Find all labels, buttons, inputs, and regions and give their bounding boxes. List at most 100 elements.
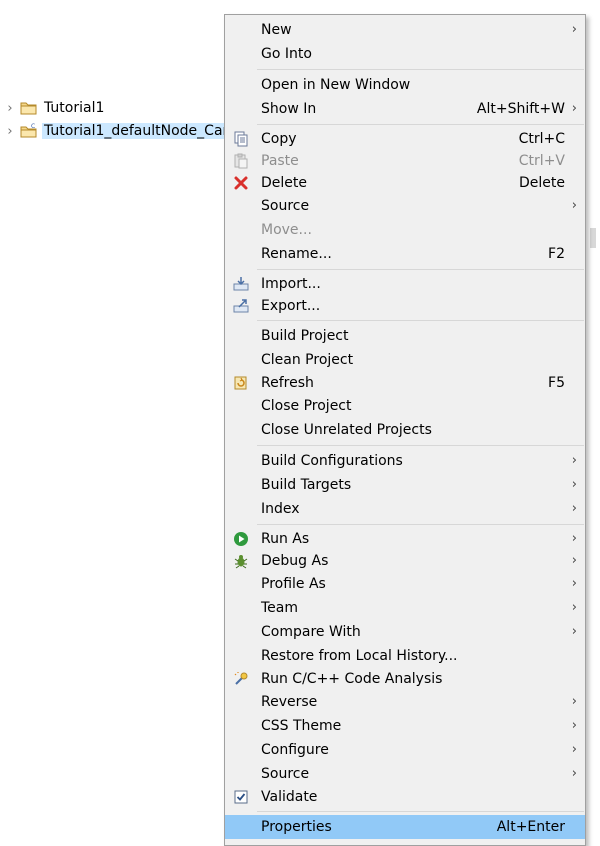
menu-item-paste[interactable]: Paste Ctrl+V <box>225 150 585 172</box>
submenu-arrow-icon: › <box>571 600 577 615</box>
menu-item-label: Profile As <box>261 576 326 592</box>
run-icon <box>233 531 249 547</box>
menu-item-build-configurations[interactable]: Build Configurations › <box>225 450 585 472</box>
menu-item-run-as[interactable]: Run As › <box>225 528 585 550</box>
menu-item-export[interactable]: Export... <box>225 295 585 317</box>
scrollbar-fragment <box>590 228 596 248</box>
shortcut-label: F5 <box>548 375 565 391</box>
copy-icon <box>233 131 249 147</box>
menu-item-move[interactable]: Move... <box>225 219 585 241</box>
refresh-icon <box>233 375 249 391</box>
menu-item-copy[interactable]: Copy Ctrl+C <box>225 128 585 150</box>
menu-item-label: Import... <box>261 276 321 292</box>
menu-separator <box>257 524 584 525</box>
code-analysis-icon <box>233 671 249 687</box>
submenu-arrow-icon: › <box>571 766 577 781</box>
submenu-arrow-icon: › <box>571 101 577 116</box>
submenu-arrow-icon: › <box>571 624 577 639</box>
menu-item-label: Refresh <box>261 375 314 391</box>
tree-item-tutorial1-defaultnode-car[interactable]: › C Tutorial1_defaultNode_Car <box>0 120 231 142</box>
menu-item-label: Rename... <box>261 246 332 262</box>
menu-item-debug-as[interactable]: Debug As › <box>225 550 585 572</box>
menu-item-label: Export... <box>261 298 321 314</box>
menu-item-configure[interactable]: Configure › <box>225 739 585 761</box>
menu-item-label: Debug As <box>261 553 329 569</box>
submenu-arrow-icon: › <box>571 453 577 468</box>
debug-bug-icon <box>233 553 249 569</box>
menu-item-label: Restore from Local History... <box>261 648 458 664</box>
menu-item-label: Build Project <box>261 328 349 344</box>
menu-item-build-targets[interactable]: Build Targets › <box>225 474 585 496</box>
menu-item-label: Open in New Window <box>261 77 411 93</box>
export-icon <box>233 298 249 314</box>
submenu-arrow-icon: › <box>571 742 577 757</box>
menu-item-index[interactable]: Index › <box>225 498 585 520</box>
menu-separator <box>257 269 584 270</box>
shortcut-label: Ctrl+C <box>518 131 565 147</box>
menu-item-label: Copy <box>261 131 297 147</box>
menu-item-run-code-analysis[interactable]: Run C/C++ Code Analysis <box>225 668 585 690</box>
menu-item-open-in-new-window[interactable]: Open in New Window <box>225 74 585 96</box>
menu-item-close-unrelated-projects[interactable]: Close Unrelated Projects <box>225 419 585 441</box>
menu-item-new[interactable]: New › <box>225 19 585 41</box>
context-menu: New › Go Into Open in New Window Show In… <box>224 14 586 846</box>
import-icon <box>233 276 249 292</box>
submenu-arrow-icon: › <box>571 576 577 591</box>
menu-item-label: Run As <box>261 531 310 547</box>
paste-icon <box>233 153 249 169</box>
tree-item-label: Tutorial1 <box>44 100 105 116</box>
menu-item-reverse[interactable]: Reverse › <box>225 691 585 713</box>
shortcut-label: Ctrl+V <box>518 153 565 169</box>
menu-separator <box>257 69 584 70</box>
menu-item-compare-with[interactable]: Compare With › <box>225 621 585 643</box>
menu-item-refresh[interactable]: Refresh F5 <box>225 372 585 394</box>
submenu-arrow-icon: › <box>571 477 577 492</box>
menu-separator <box>257 445 584 446</box>
menu-item-label: Paste <box>261 153 299 169</box>
menu-item-label: Compare With <box>261 624 361 640</box>
menu-item-label: Source <box>261 198 310 214</box>
menu-item-team[interactable]: Team › <box>225 597 585 619</box>
menu-item-label: Clean Project <box>261 352 354 368</box>
chevron-right-icon[interactable]: › <box>0 124 20 139</box>
menu-separator <box>257 124 584 125</box>
chevron-right-icon[interactable]: › <box>0 101 20 116</box>
menu-item-label: Run C/C++ Code Analysis <box>261 671 443 687</box>
menu-item-label: Close Unrelated Projects <box>261 422 432 438</box>
shortcut-label: Delete <box>519 175 565 191</box>
menu-item-build-project[interactable]: Build Project <box>225 325 585 347</box>
tree-item-label: Tutorial1_defaultNode_Car <box>42 123 231 139</box>
menu-item-delete[interactable]: Delete Delete <box>225 172 585 194</box>
submenu-arrow-icon: › <box>571 501 577 516</box>
c-project-folder-icon: C <box>20 123 38 139</box>
tree-item-tutorial1[interactable]: › Tutorial1 <box>0 97 106 119</box>
menu-item-go-into[interactable]: Go Into <box>225 43 585 65</box>
menu-item-label: Validate <box>261 789 318 805</box>
menu-item-label: Move... <box>261 222 312 238</box>
menu-item-source-2[interactable]: Source › <box>225 763 585 785</box>
delete-icon <box>233 175 249 191</box>
submenu-arrow-icon: › <box>571 694 577 709</box>
menu-item-validate[interactable]: Validate <box>225 786 585 808</box>
menu-item-label: Index <box>261 501 300 517</box>
menu-item-label: Close Project <box>261 398 352 414</box>
menu-item-close-project[interactable]: Close Project <box>225 395 585 417</box>
menu-item-clean-project[interactable]: Clean Project <box>225 349 585 371</box>
menu-item-show-in[interactable]: Show In Alt+Shift+W › <box>225 98 585 120</box>
menu-item-rename[interactable]: Rename... F2 <box>225 243 585 265</box>
menu-item-import[interactable]: Import... <box>225 273 585 295</box>
menu-item-source[interactable]: Source › <box>225 195 585 217</box>
menu-item-properties[interactable]: Properties Alt+Enter <box>225 815 585 839</box>
submenu-arrow-icon: › <box>571 531 577 546</box>
menu-item-label: CSS Theme <box>261 718 342 734</box>
menu-item-restore-local-history[interactable]: Restore from Local History... <box>225 645 585 667</box>
submenu-arrow-icon: › <box>571 22 577 37</box>
submenu-arrow-icon: › <box>571 198 577 213</box>
menu-item-profile-as[interactable]: Profile As › <box>225 573 585 595</box>
shortcut-label: Alt+Enter <box>496 819 565 835</box>
menu-item-label: Build Configurations <box>261 453 403 469</box>
menu-item-label: New <box>261 22 292 38</box>
menu-item-css-theme[interactable]: CSS Theme › <box>225 715 585 737</box>
submenu-arrow-icon: › <box>571 553 577 568</box>
checkbox-checked-icon <box>233 789 249 805</box>
